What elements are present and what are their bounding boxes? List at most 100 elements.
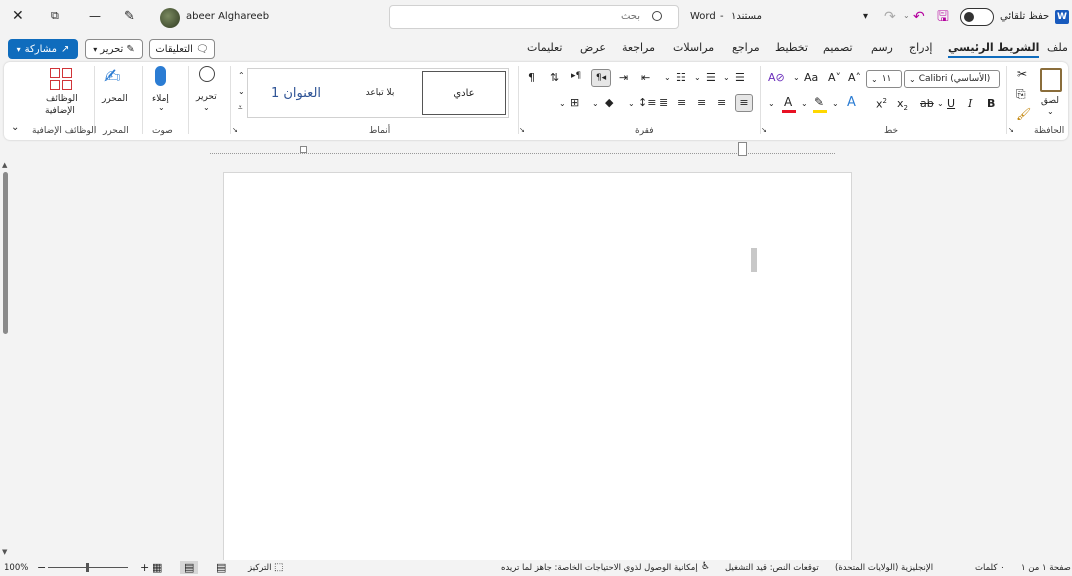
text-predictions[interactable]: توقعات النص: قيد التشغيل [725,563,819,573]
grow-font-icon[interactable]: A˄ [848,72,861,83]
left-indent-marker[interactable] [300,146,307,153]
editor-button-label[interactable]: المحرر [102,94,128,104]
zoom-in-icon[interactable]: + [140,561,149,574]
addins-icon[interactable] [50,68,72,90]
shading-icon[interactable]: ◆ [605,97,613,108]
web-layout-icon[interactable]: ▦ [152,561,162,574]
multilevel-list-icon[interactable]: ☷ [676,72,686,83]
tab-file[interactable]: ملف [1047,41,1068,54]
find-icon[interactable] [199,66,215,82]
indent-marker[interactable] [738,142,747,156]
paste-icon[interactable] [1040,68,1062,92]
share-button[interactable]: ▾ مشاركة ↗ [8,39,78,59]
text-effects-icon[interactable]: A [847,96,856,109]
font-color-icon[interactable]: A [784,96,792,108]
styles-launcher-icon[interactable]: ↘ [232,127,238,134]
underline-dropdown-icon[interactable]: ⌄ [937,100,944,108]
read-mode-icon[interactable]: ▤ [216,561,226,574]
word-count[interactable]: ٠ كلمات [975,563,1005,573]
bullets-icon[interactable]: ☰ [735,72,745,83]
decrease-indent-icon[interactable]: ⇤ [641,72,650,83]
style-normal[interactable]: عادي [422,71,506,115]
subscript-icon[interactable]: x2 [897,98,908,112]
gallery-up-icon[interactable]: ⌃ [238,72,245,80]
user-name[interactable]: abeer Alghareeb [186,11,269,22]
tab-draw[interactable]: رسم [871,41,893,54]
change-case-icon[interactable]: Aa [804,72,818,83]
shrink-font-icon[interactable]: A˅ [828,72,841,83]
line-spacing-icon[interactable]: ↕≡ [638,97,656,108]
comments-button[interactable]: التعليقات 🗨 [149,39,215,59]
zoom-out-icon[interactable]: − [37,561,46,574]
tab-insert[interactable]: إدراج [909,41,932,54]
scroll-up-icon[interactable]: ▲ [2,162,7,169]
chevron-down-icon[interactable]: ⌄ [203,104,210,112]
search-input[interactable]: بحث [389,5,679,29]
tab-layout[interactable]: تخطيط [775,41,808,54]
tab-review[interactable]: مراجعة [622,41,655,54]
chevron-down-icon[interactable]: ⌄ [723,74,730,82]
align-left-icon[interactable]: ≡ [677,97,686,108]
rtl-direction-button[interactable]: ¶◂ [591,69,611,87]
editing-button-label[interactable]: تحرير [196,92,217,102]
accessibility-status[interactable]: إمكانية الوصول لذوي الاحتياجات الخاصة: ج… [501,563,698,573]
chevron-down-icon[interactable]: ⌄ [592,100,599,108]
justify-icon[interactable]: ≡ [735,94,753,112]
font-launcher-icon[interactable]: ↘ [761,127,767,134]
clear-formatting-icon[interactable]: A⊘ [768,72,785,83]
paragraph-launcher-icon[interactable]: ↘ [519,127,525,134]
chevron-down-icon[interactable]: ⌄ [158,104,165,112]
addins-button-line1[interactable]: الوظائف [46,94,78,104]
undo-icon[interactable]: ↶ [913,10,925,24]
paste-label[interactable]: لصق [1041,96,1059,106]
sort-icon[interactable]: ⇅ [550,72,559,83]
tab-references[interactable]: مراجع [732,41,760,54]
editing-mode-button[interactable]: ▾ تحرير ✎ [85,39,143,59]
highlight-icon[interactable]: ✎ [814,96,824,108]
distributed-icon[interactable]: ≣ [659,97,668,108]
numbering-icon[interactable]: ☰ [706,72,716,83]
restore-icon[interactable]: ⧉ [51,10,59,21]
pen-icon[interactable]: ✎ [124,10,135,23]
focus-icon[interactable]: ⬚ [274,562,283,573]
chevron-down-icon[interactable]: ⌄ [694,74,701,82]
paste-dropdown-icon[interactable]: ⌄ [1047,108,1054,116]
gallery-down-icon[interactable]: ⌄ [238,88,245,96]
tab-mailings[interactable]: مراسلات [673,41,714,54]
gallery-more-icon[interactable]: ⩡ [238,104,243,112]
increase-indent-icon[interactable]: ⇥ [619,72,628,83]
clipboard-launcher-icon[interactable]: ↘ [1008,127,1014,134]
autosave-toggle[interactable] [960,8,994,26]
font-name-select[interactable]: ⌄ Calibri (الأساسي) [904,70,1000,88]
highlight-dropdown-icon[interactable]: ⌄ [832,100,839,108]
minimize-icon[interactable]: — [89,10,101,22]
align-center-icon[interactable]: ≡ [697,97,706,108]
tab-home[interactable]: الشريط الرئيسي [948,41,1040,58]
undo-dropdown-icon[interactable]: ⌄ [903,12,910,20]
redo-icon[interactable]: ↷ [884,10,896,24]
vertical-scrollbar[interactable] [3,172,8,334]
font-color-dropdown-icon[interactable]: ⌄ [801,100,808,108]
style-no-spacing[interactable]: بلا تباعد [340,71,420,115]
chevron-down-icon[interactable]: ⌄ [664,74,671,82]
chevron-down-icon[interactable]: ⌄ [628,100,635,108]
align-right-icon[interactable]: ≡ [717,97,726,108]
underline-icon[interactable]: U [947,98,955,109]
chevron-down-icon[interactable]: ⌄ [559,100,566,108]
tab-design[interactable]: تصميم [823,41,853,54]
strikethrough-icon[interactable]: ab [920,98,934,109]
microphone-icon[interactable] [155,66,166,86]
superscript-icon[interactable]: x2 [876,98,887,110]
ltr-direction-icon[interactable]: ▸¶ [571,72,581,81]
italic-icon[interactable]: I [968,98,972,109]
cut-icon[interactable]: ✂ [1017,68,1027,80]
tab-help[interactable]: تعليمات [527,41,562,54]
bold-icon[interactable]: B [987,98,995,109]
format-painter-icon[interactable]: 🖌 [1016,108,1031,120]
chevron-down-icon[interactable]: ⌄ [768,100,775,108]
addins-button-line2[interactable]: الإضافية [45,106,75,116]
collapse-ribbon-icon[interactable]: ⌄ [11,123,19,133]
chevron-down-icon[interactable]: ⌄ [793,74,800,82]
print-layout-icon[interactable]: ▤ [180,561,199,574]
editor-icon[interactable]: ✍ [104,66,121,86]
